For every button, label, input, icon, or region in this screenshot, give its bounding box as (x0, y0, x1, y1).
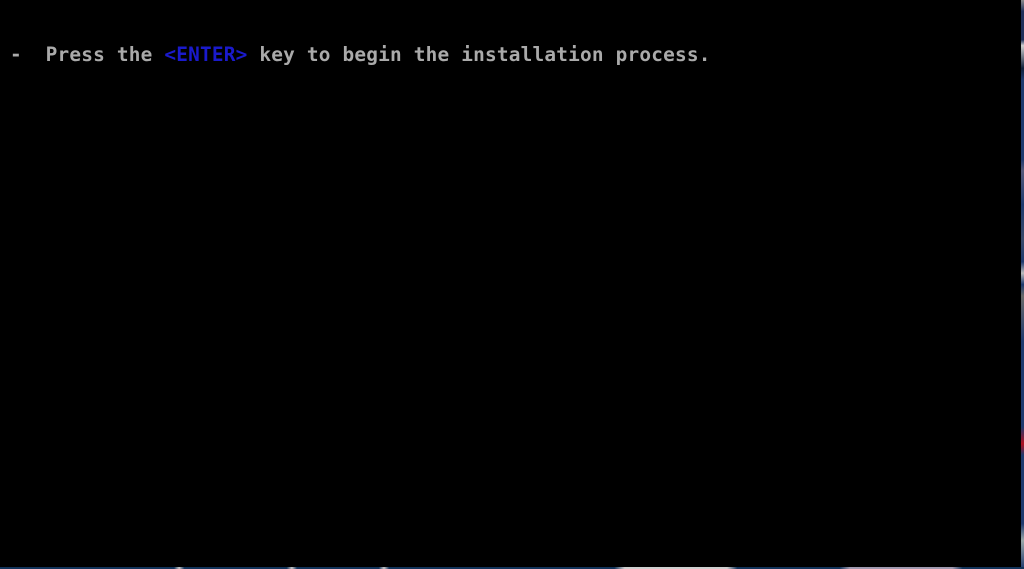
enter-key-label: <ENTER> (164, 43, 248, 66)
bullet-dash: - (10, 43, 46, 66)
instruction-suffix: key to begin the installation process. (247, 43, 711, 66)
installer-console-screen: - Press the <ENTER> key to begin the ins… (0, 0, 1021, 566)
instruction-prefix: Press the (45, 43, 165, 66)
instruction-line: - Press the <ENTER> key to begin the ins… (10, 43, 711, 67)
